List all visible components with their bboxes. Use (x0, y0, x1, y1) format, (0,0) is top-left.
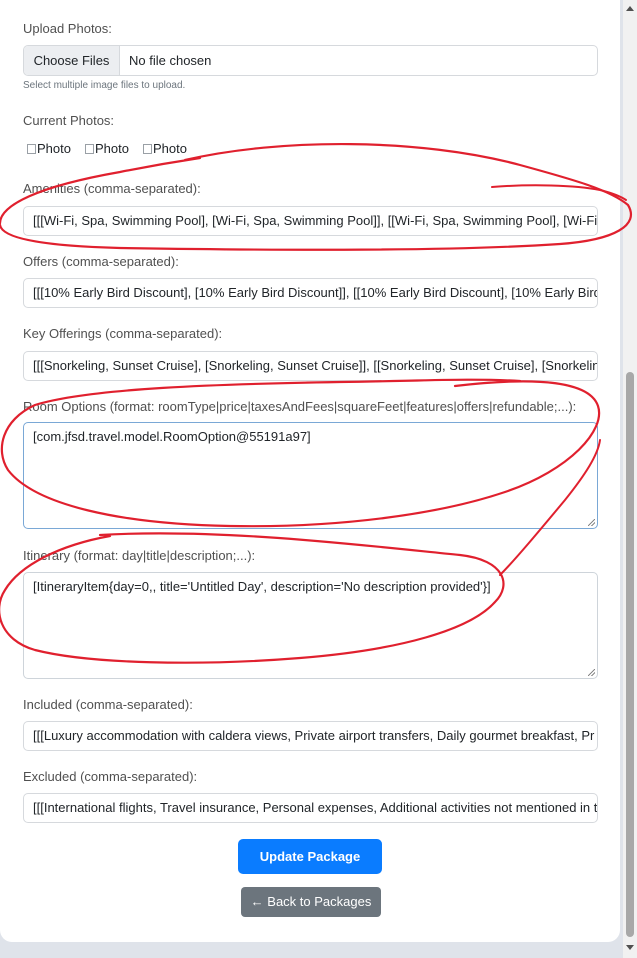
photo-alt-text: Photo (95, 141, 129, 156)
itinerary-label: Itinerary (format: day|title|description… (23, 548, 256, 563)
file-status: No file chosen (129, 53, 212, 68)
update-package-button[interactable]: Update Package (238, 839, 382, 874)
photo-thumbnail: Photo (85, 141, 129, 156)
scrollbar[interactable] (623, 0, 637, 958)
resize-handle-icon[interactable] (588, 669, 595, 676)
photo-thumbnail: Photo (27, 141, 71, 156)
amenities-input[interactable]: [[[Wi-Fi, Spa, Swimming Pool], [Wi-Fi, S… (23, 206, 598, 236)
current-photos-label: Current Photos: (23, 113, 115, 128)
choose-files-button[interactable]: Choose Files (24, 46, 120, 75)
broken-image-icon (143, 144, 152, 154)
scroll-down-arrow-icon[interactable] (626, 945, 634, 950)
room-options-label: Room Options (format: roomType|price|tax… (23, 399, 577, 414)
included-input[interactable]: [[[Luxury accommodation with caldera vie… (23, 721, 598, 751)
room-options-textarea[interactable]: [com.jfsd.travel.model.RoomOption@55191a… (23, 422, 598, 529)
photo-alt-text: Photo (37, 141, 71, 156)
included-label: Included (comma-separated): (23, 697, 193, 712)
scroll-thumb[interactable] (626, 372, 634, 937)
room-options-value: [com.jfsd.travel.model.RoomOption@55191a… (33, 429, 311, 444)
amenities-label: Amenities (comma-separated): (23, 181, 201, 196)
upload-help-text: Select multiple image files to upload. (23, 80, 186, 91)
excluded-input[interactable]: [[[International flights, Travel insuran… (23, 793, 598, 823)
resize-handle-icon[interactable] (588, 519, 595, 526)
scroll-up-arrow-icon[interactable] (626, 6, 634, 11)
back-to-packages-button[interactable]: ← Back to Packages (241, 887, 381, 917)
key-offerings-input[interactable]: [[[Snorkeling, Sunset Cruise], [Snorkeli… (23, 351, 598, 381)
itinerary-value: [ItineraryItem{day=0,, title='Untitled D… (33, 579, 491, 594)
key-offerings-label: Key Offerings (comma-separated): (23, 326, 223, 341)
photo-alt-text: Photo (153, 141, 187, 156)
broken-image-icon (85, 144, 94, 154)
photo-thumbnail: Photo (143, 141, 187, 156)
broken-image-icon (27, 144, 36, 154)
offers-label: Offers (comma-separated): (23, 254, 179, 269)
itinerary-textarea[interactable]: [ItineraryItem{day=0,, title='Untitled D… (23, 572, 598, 679)
file-input[interactable]: Choose Files No file chosen (23, 45, 598, 76)
offers-input[interactable]: [[[10% Early Bird Discount], [10% Early … (23, 278, 598, 308)
excluded-label: Excluded (comma-separated): (23, 769, 198, 784)
upload-photos-label: Upload Photos: (23, 21, 112, 36)
